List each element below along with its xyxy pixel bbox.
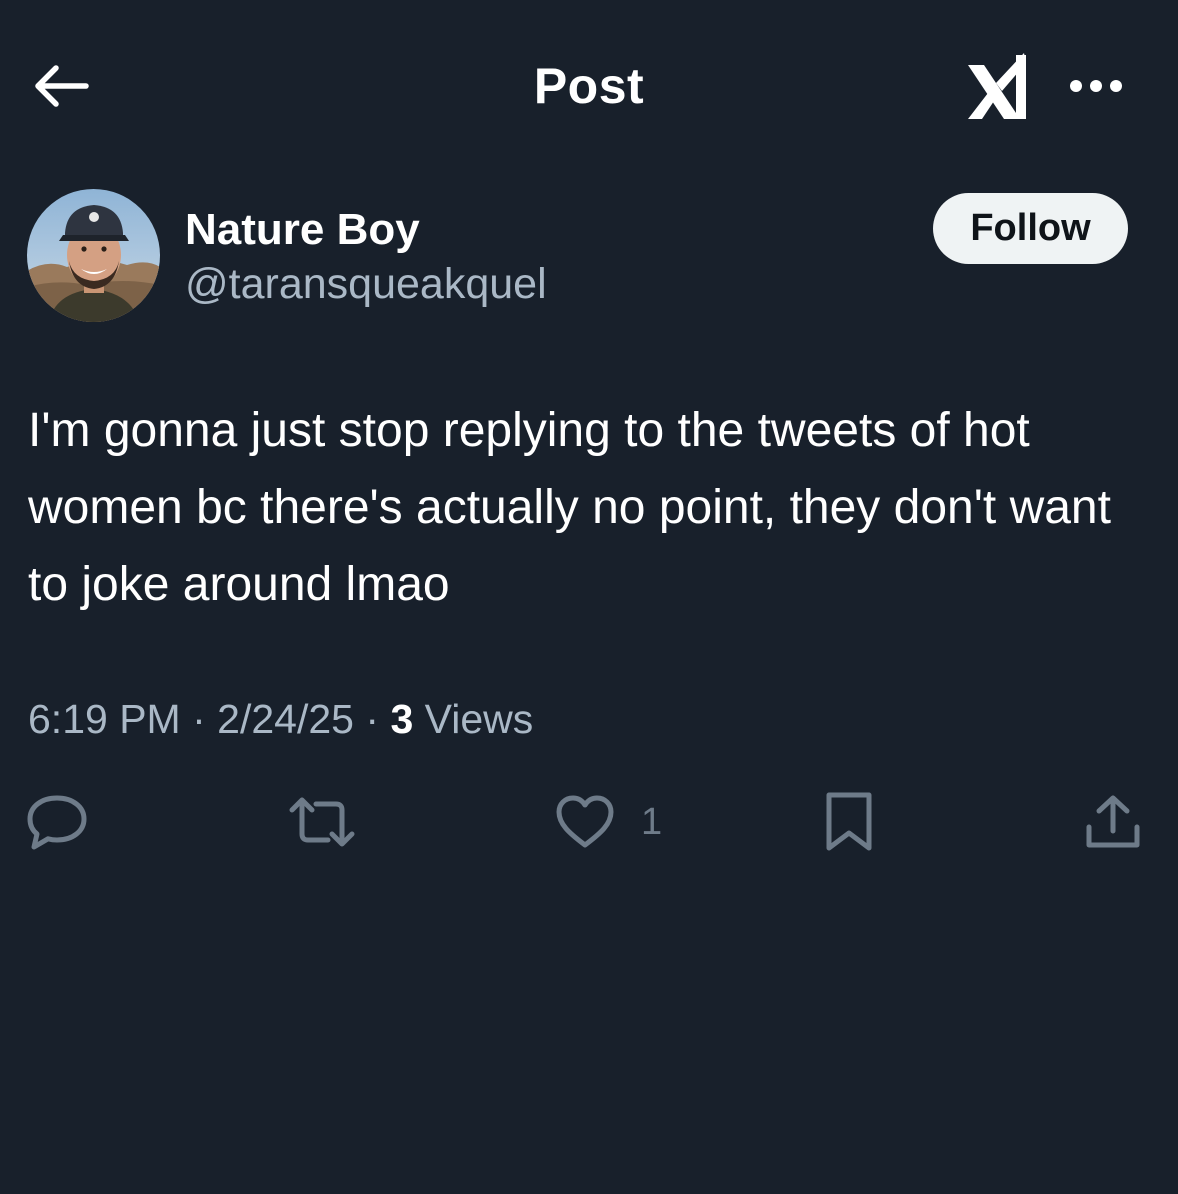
post-meta: 6:19 PM · 2/24/25 · 3 Views [28, 693, 533, 745]
meta-separator: · [365, 696, 380, 742]
views-count: 3 [390, 696, 414, 742]
grok-icon [968, 53, 1026, 119]
author-display-name[interactable]: Nature Boy [185, 204, 420, 256]
reply-button[interactable] [26, 790, 88, 854]
bookmark-icon [826, 792, 872, 851]
meta-separator: · [192, 696, 206, 742]
repost-icon [289, 797, 355, 847]
views-label: Views [424, 696, 534, 742]
more-horizontal-icon [1070, 80, 1122, 92]
like-button[interactable]: 1 [555, 790, 662, 854]
more-options-button[interactable] [1060, 62, 1132, 110]
post-time: 6:19 PM [28, 696, 181, 742]
bookmark-button[interactable] [824, 790, 874, 854]
share-icon [1086, 795, 1140, 848]
post-date: 2/24/25 [217, 696, 354, 742]
grok-button[interactable] [960, 46, 1038, 126]
author-handle[interactable]: @taransqueakquel [185, 258, 547, 310]
share-button[interactable] [1085, 790, 1141, 854]
reply-icon [27, 795, 87, 850]
back-button[interactable] [28, 56, 94, 116]
heart-icon [556, 795, 614, 848]
repost-button[interactable] [288, 790, 356, 854]
arrow-left-icon [35, 65, 89, 107]
like-count: 1 [641, 801, 663, 843]
avatar[interactable] [27, 189, 160, 322]
follow-button[interactable]: Follow [933, 193, 1128, 264]
post-text: I'm gonna just stop replying to the twee… [28, 404, 1125, 611]
